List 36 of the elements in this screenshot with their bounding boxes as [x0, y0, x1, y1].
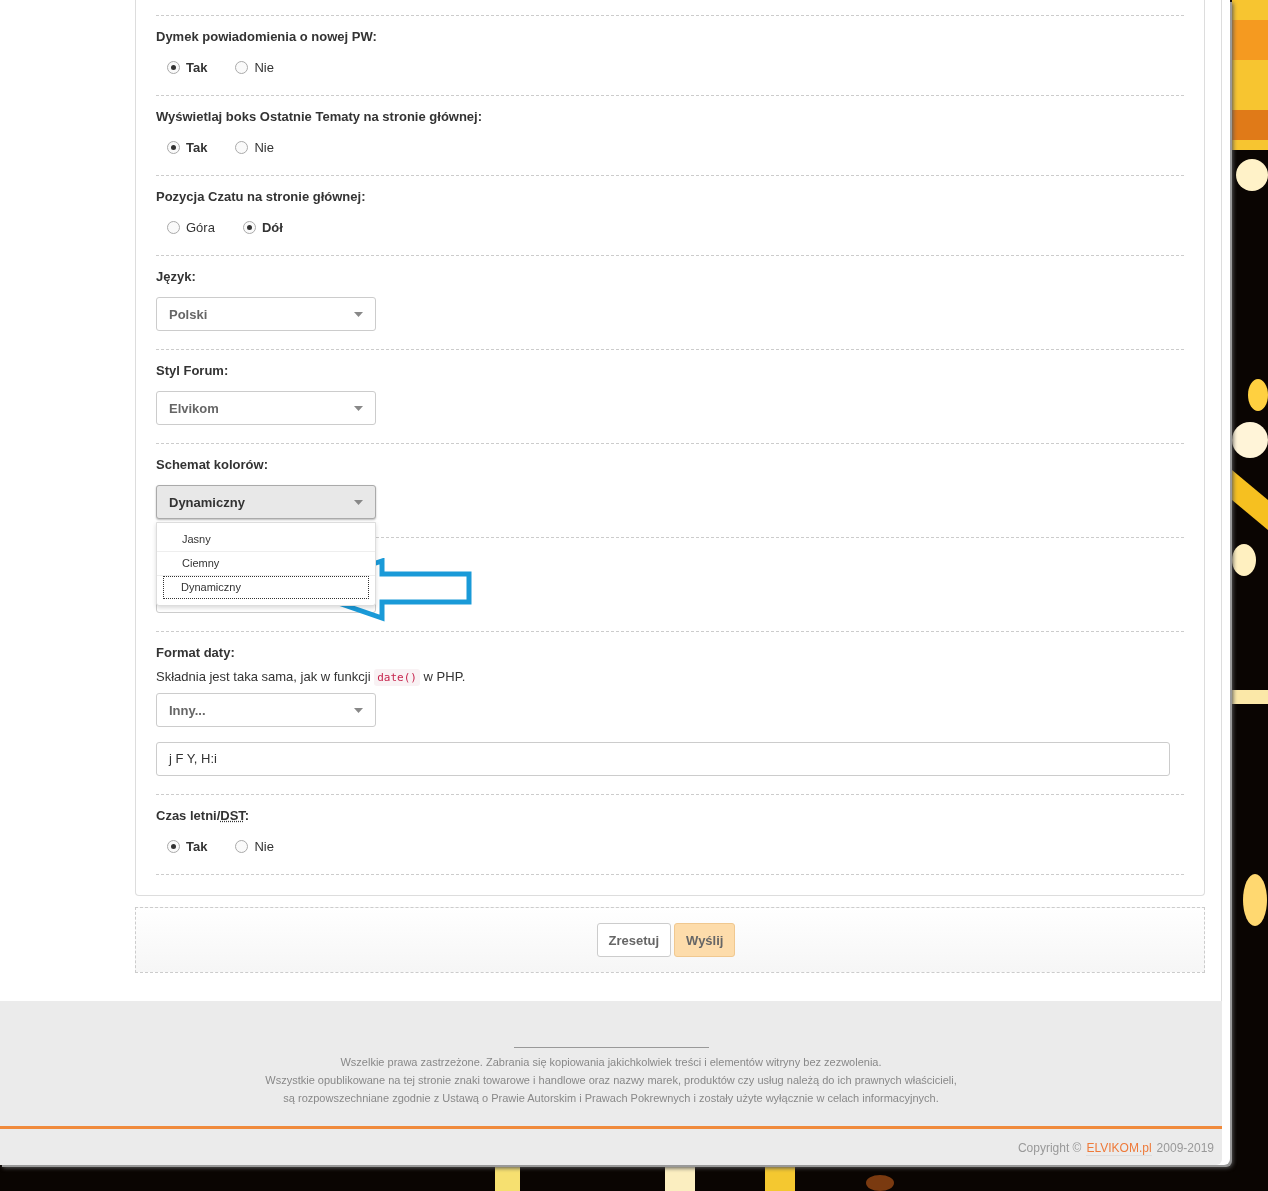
dropdown-select[interactable]: Dynamiczny — [156, 485, 376, 519]
caret-icon — [354, 311, 363, 317]
footer-text: są rozpowszechniane zgodnie z Ustawą o Prawie Autorskim i Prawach Pokrewnych i zostały użyte wyłącznie w celach informacyjnych. — [283, 1091, 939, 1106]
reset-button[interactable]: Zresetuj — [596, 923, 672, 957]
field-label: Format daty: — [156, 644, 236, 662]
footer-text: Wszystkie opublikowane na tej stronie znaki towarowe i handlowe oraz nazwy marek, produktów czy usług należą do ich prawnych właścicieli, — [265, 1073, 957, 1088]
input-field[interactable]: j F Y, H:i — [156, 742, 1170, 776]
radio-option[interactable]: Tak — [167, 59, 208, 75]
caret-icon — [354, 707, 363, 713]
dropdown-select[interactable]: Elvikom — [156, 391, 376, 425]
field-label: Język: — [156, 268, 197, 286]
hint-text: Składnia jest taka sama, jak w funkcji date() w PHP. — [156, 668, 467, 688]
caret-icon — [354, 405, 363, 411]
dropdown-select[interactable]: Inny... — [156, 693, 376, 727]
radio-option[interactable]: Dół — [242, 219, 283, 235]
dropdown-option[interactable]: Jasny — [157, 528, 375, 552]
footer-text: Wszelkie prawa zastrzeżone. Zabrania się kopiowania jakichkolwiek treści i elementów witryny bez zezwolenia. — [340, 1055, 882, 1070]
radio-option[interactable]: Góra — [167, 219, 215, 235]
dropdown-select[interactable]: Polski — [156, 297, 376, 331]
caret-icon — [354, 499, 363, 505]
radio-option[interactable]: Tak — [167, 139, 208, 155]
submit-button[interactable]: Wyślij — [674, 923, 736, 957]
radio-option[interactable]: Nie — [235, 139, 274, 155]
field-label: Styl Forum: — [156, 362, 230, 380]
radio-option[interactable]: Nie — [235, 838, 274, 854]
field-label: Schemat kolorów: — [156, 456, 269, 474]
copyright-text: Copyright © — [1017, 1141, 1082, 1156]
radio-option[interactable]: Nie — [235, 59, 274, 75]
field-label: Dymek powiadomienia o nowej PW: — [156, 28, 378, 46]
field-label: Czas letni/DST: — [156, 807, 251, 825]
copyright-years: 2009-2019 — [1156, 1141, 1214, 1156]
radio-option[interactable]: Tak — [167, 838, 208, 854]
dropdown-option[interactable]: Ciemny — [157, 552, 375, 576]
dropdown-option[interactable]: Dynamiczny — [163, 576, 369, 599]
field-label: Wyświetlaj boks Ostatnie Tematy na stronie głównej: — [156, 108, 484, 126]
field-label: Pozycja Czatu na stronie głównej: — [156, 188, 367, 206]
